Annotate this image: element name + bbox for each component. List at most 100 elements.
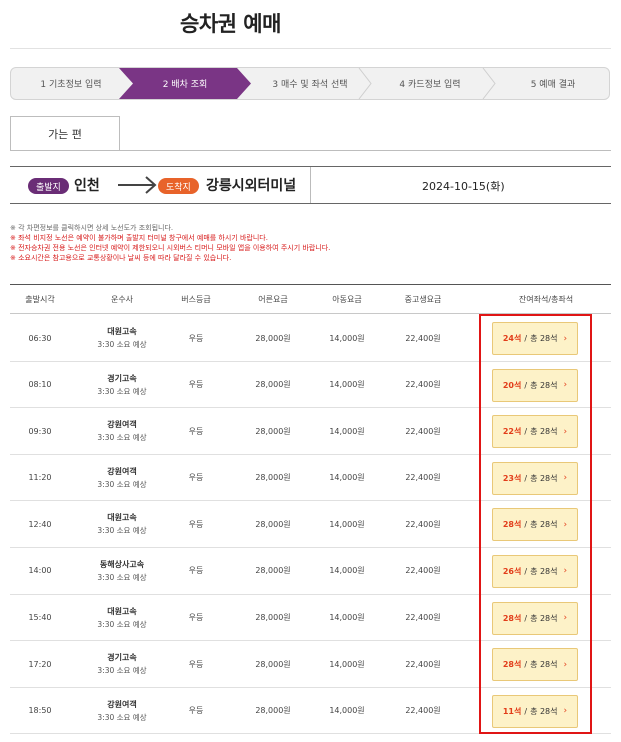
company-name: 강원여객 <box>107 420 137 430</box>
arrow-right-icon <box>118 176 157 194</box>
departure-city: 인천 <box>74 178 100 194</box>
bus-grade: 우등 <box>188 473 204 483</box>
company-name: 동해상사고속 <box>99 559 145 569</box>
duration: 3:30 소요 예상 <box>97 433 147 443</box>
student-fare: 22,400원 <box>405 519 441 529</box>
child-fare: 14,000원 <box>329 659 365 669</box>
child-fare: 14,000원 <box>329 519 365 529</box>
student-fare: 22,400원 <box>405 613 441 623</box>
notice-item: ※ 각 차편정보를 클릭하시면 상세 노선도가 조회됩니다. <box>10 224 174 232</box>
company-name: 대원고속 <box>107 606 137 616</box>
student-fare: 22,400원 <box>405 706 441 716</box>
duration: 3:30 소요 예상 <box>97 526 147 536</box>
step-1: 1 기초정보 입력 <box>40 80 102 90</box>
departure-badge: 출발지 <box>28 178 69 194</box>
duration: 3:30 소요 예상 <box>97 619 147 629</box>
student-fare: 22,400원 <box>405 566 441 576</box>
step-2: 2 배차 조회 <box>119 68 251 99</box>
arrival-badge: 도착지 <box>158 178 199 194</box>
departure-time: 09:30 <box>28 426 52 436</box>
header-child-fare: 아동요금 <box>332 295 362 304</box>
adult-fare: 28,000원 <box>255 706 291 716</box>
company-name: 경기고속 <box>107 373 137 383</box>
step-5: 5 예매 결과 <box>530 80 576 90</box>
bus-grade: 우등 <box>188 613 204 623</box>
departure-time: 06:30 <box>28 333 52 343</box>
departure-date: 2024-10-15(화) <box>422 180 505 193</box>
header-student-fare: 중고생요금 <box>404 295 442 304</box>
step-4: 4 카드정보 입력 <box>399 80 461 90</box>
student-fare: 22,400원 <box>405 473 441 483</box>
header-time: 출발시각 <box>25 295 55 304</box>
bus-grade: 우등 <box>188 659 204 669</box>
child-fare: 14,000원 <box>329 566 365 576</box>
route-divider <box>310 167 311 203</box>
adult-fare: 28,000원 <box>255 659 291 669</box>
duration: 3:30 소요 예상 <box>97 340 147 349</box>
child-fare: 14,000원 <box>329 613 365 623</box>
company-cell[interactable]: 동해상사고속 3:30 소요 예상 <box>70 548 174 594</box>
title-divider <box>10 48 611 49</box>
tab-divider <box>10 150 611 151</box>
student-fare: 22,400원 <box>405 333 441 343</box>
company-cell[interactable]: 대원고속 3:30 소요 예상 <box>70 595 174 641</box>
notice-item: ※ 좌석 비지정 노선은 예약이 불가하며 출발지 터미널 창구에서 예매를 하… <box>10 234 268 242</box>
departure-time: 14:00 <box>28 566 52 576</box>
header-adult-fare: 어른요금 <box>258 295 288 304</box>
bus-grade: 우등 <box>188 519 204 529</box>
company-cell[interactable]: 경기고속 3:30 소요 예상 <box>70 641 174 687</box>
step-3: 3 매수 및 좌석 선택 <box>272 80 348 90</box>
company-name: 경기고속 <box>107 653 137 663</box>
bus-grade: 우등 <box>188 333 204 343</box>
student-fare: 22,400원 <box>405 659 441 669</box>
tab-outbound[interactable]: 가는 편 <box>10 116 120 151</box>
company-name: 대원고속 <box>107 327 137 336</box>
notice-list: ※ 각 차편정보를 클릭하시면 상세 노선도가 조회됩니다. ※ 좌석 비지정 … <box>10 223 570 263</box>
departure-time: 11:20 <box>28 473 52 483</box>
duration: 3:30 소요 예상 <box>97 572 147 582</box>
adult-fare: 28,000원 <box>255 519 291 529</box>
adult-fare: 28,000원 <box>255 333 291 343</box>
child-fare: 14,000원 <box>329 426 365 436</box>
departure-time: 18:50 <box>28 706 52 716</box>
bus-grade: 우등 <box>188 380 204 390</box>
company-cell[interactable]: 강원여객 3:30 소요 예상 <box>70 408 174 454</box>
company-cell[interactable]: 강원여객 3:30 소요 예상 <box>70 455 174 501</box>
notice-item: ※ 전자승차권 전용 노선은 인터넷 예약이 제한되오니 시외버스 티머니 모바… <box>10 244 331 252</box>
arrival-city: 강릉시외터미널 <box>206 178 297 194</box>
company-name: 강원여객 <box>107 466 137 476</box>
header-grade: 버스등급 <box>181 295 211 304</box>
child-fare: 14,000원 <box>329 333 365 343</box>
adult-fare: 28,000원 <box>255 473 291 483</box>
page-title: 승차권 예매 <box>180 12 281 36</box>
departure-time: 08:10 <box>28 380 52 390</box>
company-cell[interactable]: 경기고속 3:30 소요 예상 <box>70 362 174 408</box>
departure-time: 15:40 <box>28 613 52 623</box>
child-fare: 14,000원 <box>329 380 365 390</box>
progress-stepper: 1 기초정보 입력 2 배차 조회 3 매수 및 좌석 선택 4 카드정보 입력… <box>10 67 610 100</box>
adult-fare: 28,000원 <box>255 566 291 576</box>
bus-grade: 우등 <box>188 706 204 716</box>
duration: 3:30 소요 예상 <box>97 386 147 396</box>
company-cell[interactable]: 대원고속 3:30 소요 예상 <box>70 501 174 547</box>
table-header: 출발시각 운수사 버스등급 어른요금 아동요금 중고생요금 잔여좌석/총좌석 <box>10 284 611 314</box>
departure-time: 12:40 <box>28 519 52 529</box>
seat-column-highlight <box>479 314 592 734</box>
adult-fare: 28,000원 <box>255 426 291 436</box>
company-name: 강원여객 <box>107 699 137 709</box>
student-fare: 22,400원 <box>405 426 441 436</box>
adult-fare: 28,000원 <box>255 613 291 623</box>
company-cell[interactable]: 강원여객 3:30 소요 예상 <box>70 688 174 734</box>
departure-time: 17:20 <box>28 659 52 669</box>
company-cell[interactable]: 대원고속 3:30 소요 예상 <box>70 315 174 361</box>
bus-grade: 우등 <box>188 566 204 576</box>
header-company: 운수사 <box>110 295 134 304</box>
student-fare: 22,400원 <box>405 380 441 390</box>
adult-fare: 28,000원 <box>255 380 291 390</box>
duration: 3:30 소요 예상 <box>97 712 147 722</box>
route-summary: 출발지 인천 도착지 강릉시외터미널 2024-10-15(화) <box>10 166 611 204</box>
header-seats: 잔여좌석/총좌석 <box>518 295 574 304</box>
duration: 3:30 소요 예상 <box>97 479 147 489</box>
child-fare: 14,000원 <box>329 473 365 483</box>
company-name: 대원고속 <box>107 513 137 523</box>
